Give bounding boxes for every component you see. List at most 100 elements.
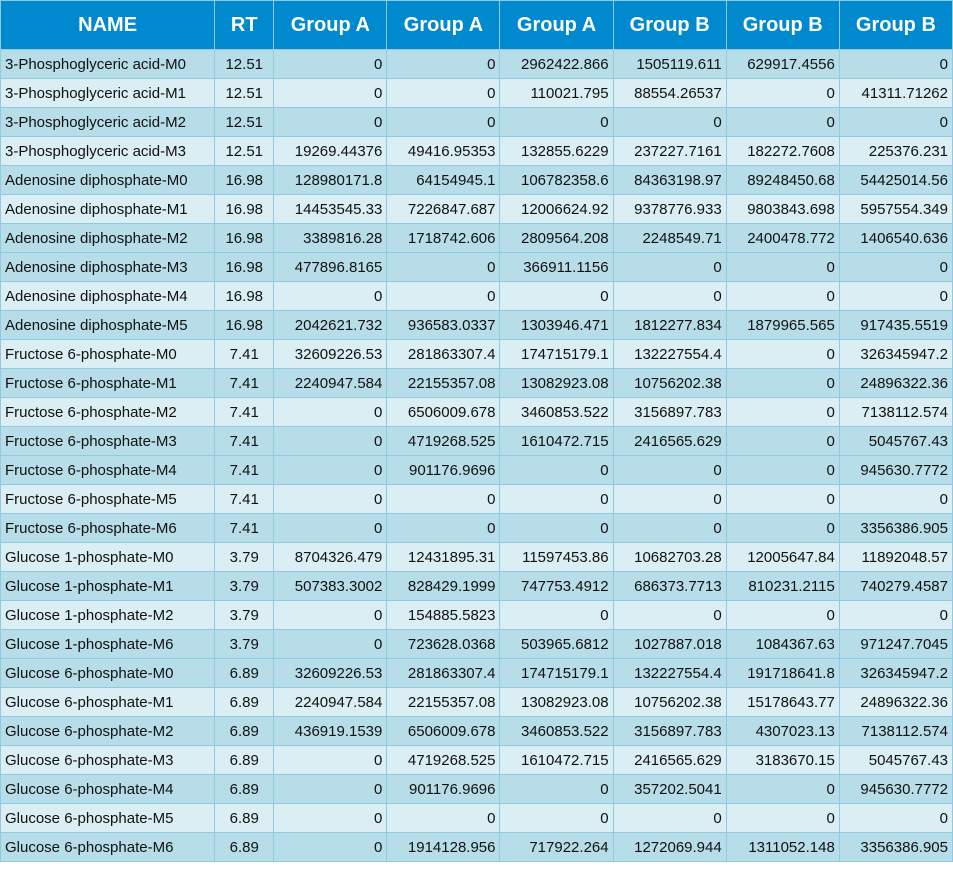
column-header-group-a-3[interactable]: Group A — [499, 0, 614, 50]
cell-group-b-1[interactable]: 1812277.834 — [612, 310, 727, 340]
cell-group-a-3[interactable]: 747753.4912 — [499, 571, 614, 601]
cell-group-a-3[interactable]: 2962422.866 — [499, 49, 614, 79]
cell-group-b-2[interactable]: 0 — [725, 281, 840, 311]
cell-group-b-2[interactable]: 0 — [725, 368, 840, 398]
cell-rt[interactable]: 3.79 — [214, 600, 275, 630]
table-row[interactable]: Glucose 1-phosphate-M6 3.79 0 723628.0368 50… — [0, 629, 953, 659]
cell-name[interactable]: Glucose 6-phosphate-M4 — [0, 774, 216, 804]
table-row[interactable]: Fructose 6-phosphate-M5 7.41 0 0 0 0 0 0 — [0, 484, 953, 514]
cell-group-a-1[interactable]: 128980171.8 — [273, 165, 388, 195]
cell-name[interactable]: 3-Phosphoglyceric acid-M2 — [0, 107, 216, 137]
cell-group-b-3[interactable]: 5045767.43 — [838, 426, 953, 456]
cell-group-b-2[interactable]: 0 — [725, 455, 840, 485]
cell-group-a-3[interactable]: 503965.6812 — [499, 629, 614, 659]
column-header-group-a-1[interactable]: Group A — [273, 0, 388, 50]
cell-group-a-3[interactable]: 13082923.08 — [499, 687, 614, 717]
cell-group-a-3[interactable]: 0 — [499, 774, 614, 804]
cell-group-b-1[interactable]: 0 — [612, 484, 727, 514]
cell-name[interactable]: Glucose 6-phosphate-M6 — [0, 832, 216, 862]
cell-group-b-2[interactable]: 0 — [725, 600, 840, 630]
column-header-group-b-2[interactable]: Group B — [725, 0, 840, 50]
cell-rt[interactable]: 16.98 — [214, 223, 275, 253]
cell-group-a-2[interactable]: 0 — [386, 49, 501, 79]
cell-name[interactable]: Glucose 6-phosphate-M1 — [0, 687, 216, 717]
cell-group-a-2[interactable]: 6506009.678 — [386, 397, 501, 427]
cell-group-b-1[interactable]: 1272069.944 — [612, 832, 727, 862]
cell-group-a-1[interactable]: 14453545.33 — [273, 194, 388, 224]
cell-group-a-2[interactable]: 828429.1999 — [386, 571, 501, 601]
cell-group-b-1[interactable]: 237227.7161 — [612, 136, 727, 166]
cell-group-a-1[interactable]: 2240947.584 — [273, 368, 388, 398]
cell-group-a-1[interactable]: 19269.44376 — [273, 136, 388, 166]
cell-group-b-3[interactable]: 0 — [838, 600, 953, 630]
column-header-name[interactable]: NAME — [0, 0, 216, 50]
cell-rt[interactable]: 7.41 — [214, 455, 275, 485]
cell-group-b-1[interactable]: 132227554.4 — [612, 339, 727, 369]
cell-rt[interactable]: 7.41 — [214, 484, 275, 514]
cell-group-a-2[interactable]: 0 — [386, 281, 501, 311]
cell-group-a-2[interactable]: 0 — [386, 107, 501, 137]
cell-rt[interactable]: 7.41 — [214, 339, 275, 369]
cell-group-b-2[interactable]: 9803843.698 — [725, 194, 840, 224]
cell-group-a-3[interactable]: 2809564.208 — [499, 223, 614, 253]
cell-rt[interactable]: 16.98 — [214, 194, 275, 224]
cell-group-b-1[interactable]: 1505119.611 — [612, 49, 727, 79]
table-row[interactable]: Adenosine diphosphate-M5 16.98 2042621.732… — [0, 310, 953, 340]
cell-group-a-1[interactable]: 32609226.53 — [273, 658, 388, 688]
cell-group-b-2[interactable]: 1084367.63 — [725, 629, 840, 659]
cell-group-a-2[interactable]: 281863307.4 — [386, 339, 501, 369]
table-row[interactable]: Fructose 6-phosphate-M6 7.41 0 0 0 0 0 3356386.… — [0, 513, 953, 543]
table-row[interactable]: Glucose 6-phosphate-M0 6.89 32609226.53 281… — [0, 658, 953, 688]
cell-rt[interactable]: 6.89 — [214, 745, 275, 775]
cell-group-b-3[interactable]: 0 — [838, 281, 953, 311]
cell-group-a-2[interactable]: 281863307.4 — [386, 658, 501, 688]
cell-group-a-2[interactable]: 0 — [386, 252, 501, 282]
cell-group-b-1[interactable]: 132227554.4 — [612, 658, 727, 688]
cell-group-a-1[interactable]: 0 — [273, 397, 388, 427]
cell-name[interactable]: Fructose 6-phosphate-M1 — [0, 368, 216, 398]
cell-group-a-2[interactable]: 22155357.08 — [386, 368, 501, 398]
cell-rt[interactable]: 6.89 — [214, 687, 275, 717]
cell-group-a-1[interactable]: 32609226.53 — [273, 339, 388, 369]
cell-group-a-2[interactable]: 154885.5823 — [386, 600, 501, 630]
cell-group-b-3[interactable]: 7138112.574 — [838, 397, 953, 427]
cell-name[interactable]: Adenosine diphosphate-M4 — [0, 281, 216, 311]
table-row[interactable]: 3-Phosphoglyceric acid-M2 12.51 0 0 0 0 0 0 — [0, 107, 953, 137]
cell-group-a-3[interactable]: 366911.1156 — [499, 252, 614, 282]
table-row[interactable]: 3-Phosphoglyceric acid-M1 12.51 0 0 110021.7… — [0, 78, 953, 108]
cell-group-a-3[interactable]: 0 — [499, 107, 614, 137]
cell-group-a-1[interactable]: 0 — [273, 745, 388, 775]
cell-group-b-1[interactable]: 2416565.629 — [612, 745, 727, 775]
cell-group-a-1[interactable]: 0 — [273, 455, 388, 485]
cell-group-b-3[interactable]: 7138112.574 — [838, 716, 953, 746]
cell-group-b-3[interactable]: 5957554.349 — [838, 194, 953, 224]
cell-group-b-2[interactable]: 1311052.148 — [725, 832, 840, 862]
cell-name[interactable]: Glucose 1-phosphate-M0 — [0, 542, 216, 572]
cell-group-b-2[interactable]: 810231.2115 — [725, 571, 840, 601]
cell-group-a-3[interactable]: 0 — [499, 484, 614, 514]
cell-group-a-1[interactable]: 0 — [273, 484, 388, 514]
cell-group-a-1[interactable]: 2240947.584 — [273, 687, 388, 717]
cell-group-b-1[interactable]: 9378776.933 — [612, 194, 727, 224]
cell-group-a-1[interactable]: 0 — [273, 107, 388, 137]
cell-group-b-3[interactable]: 24896322.36 — [838, 687, 953, 717]
cell-group-b-2[interactable]: 0 — [725, 774, 840, 804]
table-row[interactable]: Adenosine diphosphate-M4 16.98 0 0 0 0 0 0 — [0, 281, 953, 311]
table-row[interactable]: Glucose 6-phosphate-M2 6.89 436919.1539 650… — [0, 716, 953, 746]
cell-group-b-3[interactable]: 945630.7772 — [838, 455, 953, 485]
cell-group-a-1[interactable]: 0 — [273, 600, 388, 630]
cell-group-a-3[interactable]: 106782358.6 — [499, 165, 614, 195]
cell-group-b-2[interactable]: 0 — [725, 426, 840, 456]
cell-group-b-2[interactable]: 15178643.77 — [725, 687, 840, 717]
cell-group-b-3[interactable]: 945630.7772 — [838, 774, 953, 804]
cell-name[interactable]: Glucose 6-phosphate-M0 — [0, 658, 216, 688]
cell-rt[interactable]: 16.98 — [214, 281, 275, 311]
cell-group-b-1[interactable]: 0 — [612, 107, 727, 137]
cell-rt[interactable]: 12.51 — [214, 136, 275, 166]
cell-group-b-2[interactable]: 0 — [725, 252, 840, 282]
cell-group-a-1[interactable]: 3389816.28 — [273, 223, 388, 253]
cell-group-a-3[interactable]: 13082923.08 — [499, 368, 614, 398]
table-row[interactable]: Glucose 1-phosphate-M0 3.79 8704326.479 124… — [0, 542, 953, 572]
cell-rt[interactable]: 12.51 — [214, 78, 275, 108]
table-row[interactable]: 3-Phosphoglyceric acid-M0 12.51 0 0 2962422.… — [0, 49, 953, 79]
